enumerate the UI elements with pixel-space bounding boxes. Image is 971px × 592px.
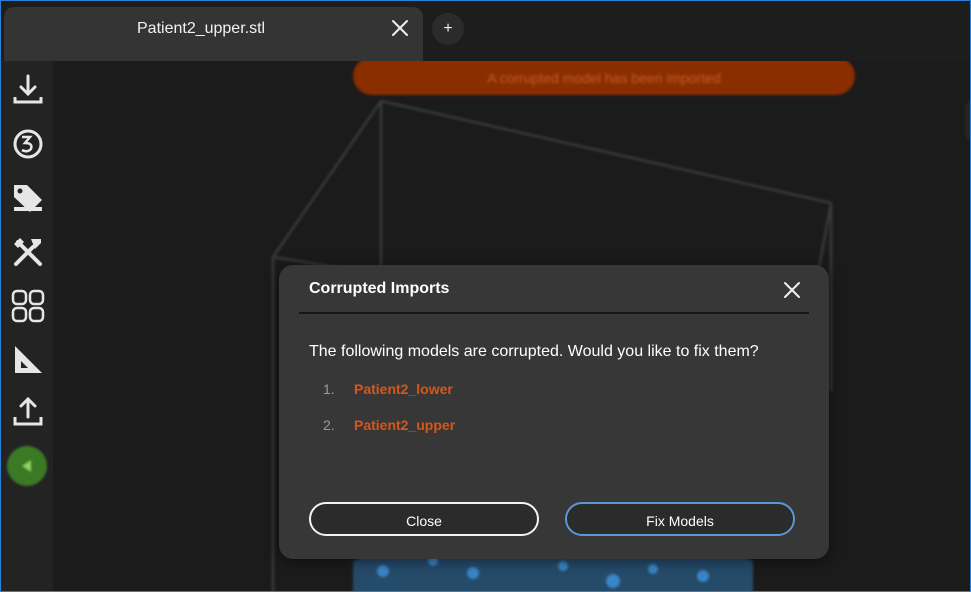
new-tab-button[interactable]: + xyxy=(432,13,464,45)
dialog-divider xyxy=(299,312,809,314)
tag-icon[interactable] xyxy=(9,179,47,217)
back-icon[interactable] xyxy=(7,446,47,486)
viewport-side-handle[interactable] xyxy=(965,101,970,141)
model-link-patient2-lower[interactable]: Patient2_lower xyxy=(354,381,453,397)
list-item: 2. Patient2_upper xyxy=(309,415,609,451)
tab-patient2-upper[interactable]: Patient2_upper.stl xyxy=(4,7,423,63)
list-item-number: 2. xyxy=(323,417,335,433)
corrupted-imports-dialog: Corrupted Imports The following models a… xyxy=(279,265,829,559)
list-item-number: 1. xyxy=(323,381,335,397)
tab-bar: Patient2_upper.stl + xyxy=(1,1,970,63)
left-toolbar xyxy=(1,61,53,591)
list-item: 1. Patient2_lower xyxy=(309,379,609,415)
tools-icon[interactable] xyxy=(9,233,47,271)
rotate-3d-icon[interactable] xyxy=(9,125,47,163)
fix-models-button[interactable]: Fix Models xyxy=(565,502,795,536)
tab-close-icon[interactable] xyxy=(389,17,411,39)
dialog-title: Corrupted Imports xyxy=(309,280,450,297)
upload-icon[interactable] xyxy=(9,393,47,431)
download-icon[interactable] xyxy=(9,71,47,109)
app-window: Patient2_upper.stl + A corrupted model h… xyxy=(0,0,971,592)
tab-label: Patient2_upper.stl xyxy=(137,20,266,37)
model-link-patient2-upper[interactable]: Patient2_upper xyxy=(354,417,455,433)
close-button[interactable]: Close xyxy=(309,502,539,536)
measure-icon[interactable] xyxy=(9,341,47,379)
dialog-message: The following models are corrupted. Woul… xyxy=(309,343,759,360)
grid-icon[interactable] xyxy=(9,287,47,325)
dialog-close-icon[interactable] xyxy=(781,279,803,301)
corrupted-model-list: 1. Patient2_lower 2. Patient2_upper xyxy=(309,379,609,451)
